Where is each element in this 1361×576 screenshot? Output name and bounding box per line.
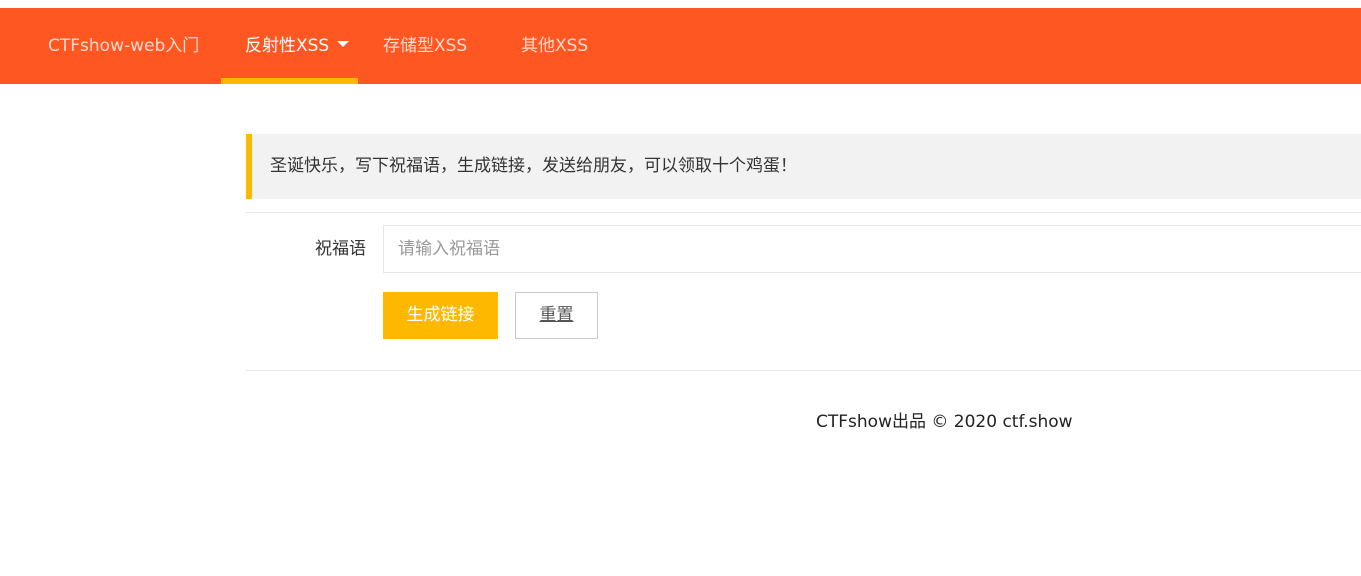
reset-button[interactable]: 重置 — [515, 292, 598, 339]
nav-item-stored-xss[interactable]: 存储型XSS — [383, 8, 467, 84]
nav-item-label: 存储型XSS — [383, 36, 468, 56]
footer-copyright: CTFshow出品 © 2020 ctf.show — [816, 412, 1073, 432]
blessing-input[interactable] — [383, 225, 1361, 273]
caret-down-icon — [337, 41, 350, 47]
generate-link-button[interactable]: 生成链接 — [383, 292, 498, 339]
form-divider-bottom — [246, 370, 1361, 371]
nav-item-reflected-xss[interactable]: 反射性XSS — [245, 8, 350, 84]
notice-block: 圣诞快乐，写下祝福语，生成链接，发送给朋友，可以领取十个鸡蛋！ — [246, 134, 1361, 199]
nav-item-other-xss[interactable]: 其他XSS — [521, 8, 588, 84]
form-divider-top — [246, 212, 1361, 213]
blessing-label: 祝福语 — [315, 239, 366, 259]
nav-item-label: 其他XSS — [521, 36, 589, 56]
notice-text: 圣诞快乐，写下祝福语，生成链接，发送给朋友，可以领取十个鸡蛋！ — [270, 156, 797, 176]
top-navbar: CTFshow-web入门 反射性XSS 存储型XSS 其他XSS — [0, 8, 1361, 84]
nav-active-indicator — [221, 78, 358, 84]
nav-item-label: 反射性XSS — [245, 36, 330, 56]
nav-item-web-intro[interactable]: CTFshow-web入门 — [48, 8, 199, 84]
top-strip — [0, 0, 1361, 8]
nav-item-label: CTFshow-web入门 — [48, 36, 200, 56]
